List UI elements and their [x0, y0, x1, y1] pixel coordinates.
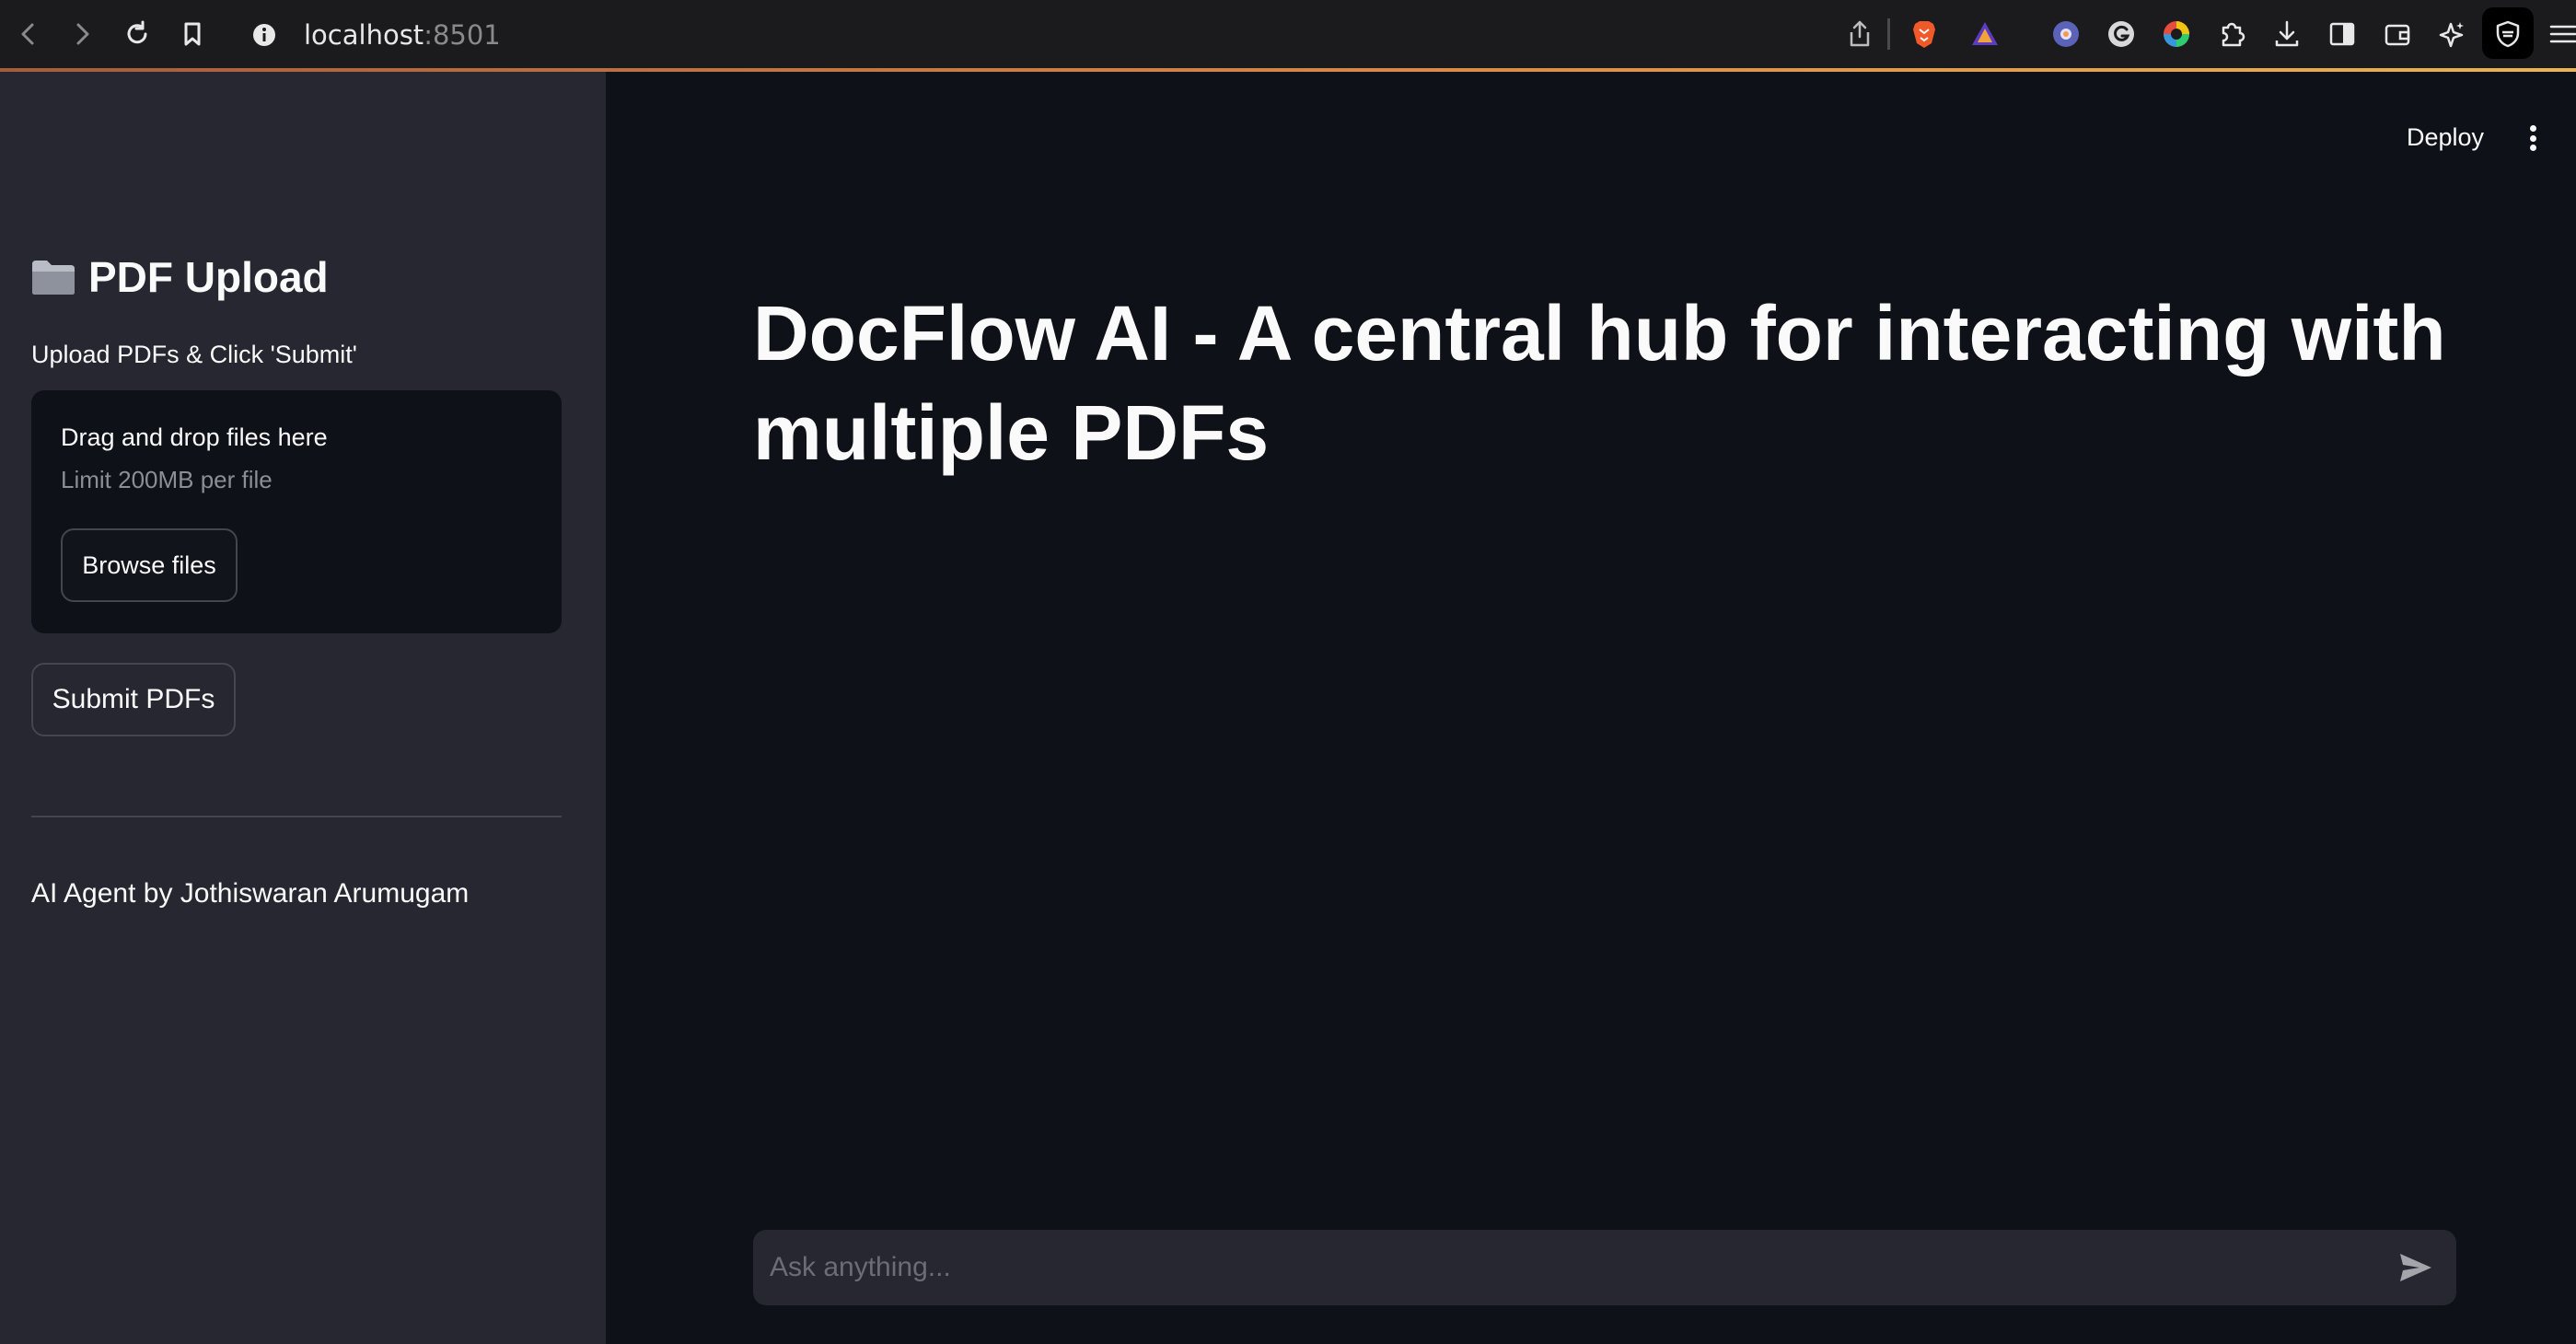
url-port: :8501	[424, 19, 501, 51]
share-icon[interactable]	[1841, 16, 1878, 52]
leo-ai-icon[interactable]	[2434, 16, 2471, 52]
sidebar: PDF Upload Upload PDFs & Click 'Submit' …	[0, 72, 606, 1344]
brave-shields-icon[interactable]	[1906, 16, 1943, 52]
puzzle-extensions-icon[interactable]	[2213, 16, 2250, 52]
grammarly-icon[interactable]	[2103, 16, 2140, 52]
file-dropzone[interactable]: Drag and drop files here Limit 200MB per…	[31, 390, 562, 633]
url-host: localhost	[304, 19, 424, 51]
browse-files-button[interactable]: Browse files	[61, 528, 238, 602]
browser-toolbar: localhost:8501	[0, 0, 2576, 68]
bookmark-icon[interactable]	[173, 15, 212, 53]
upload-label: Upload PDFs & Click 'Submit'	[31, 341, 357, 368]
download-icon[interactable]	[2269, 16, 2305, 52]
dropzone-title: Drag and drop files here	[61, 423, 328, 451]
menu-icon[interactable]	[2545, 16, 2576, 52]
info-icon[interactable]	[245, 16, 284, 54]
sidebar-toggle-icon[interactable]	[2324, 16, 2361, 52]
brave-rewards-icon[interactable]	[1967, 16, 2003, 52]
page-title: DocFlow AI - A central hub for interacti…	[753, 290, 2446, 476]
color-picker-icon[interactable]	[2158, 16, 2195, 52]
url-text: localhost:8501	[304, 19, 501, 51]
sidebar-divider	[31, 816, 562, 817]
kebab-menu-icon[interactable]	[2519, 120, 2547, 156]
vpn-shield-icon[interactable]	[2489, 16, 2526, 52]
back-arrow-icon[interactable]	[9, 15, 48, 53]
sidebar-title-text: PDF Upload	[88, 253, 329, 301]
folder-icon	[32, 261, 75, 295]
reload-icon[interactable]	[118, 15, 157, 53]
toolbar-divider	[1887, 18, 1890, 50]
deploy-button[interactable]: Deploy	[2407, 123, 2484, 152]
submit-pdfs-button[interactable]: Submit PDFs	[31, 663, 236, 736]
sidebar-title: PDF Upload	[29, 252, 329, 302]
chat-input-container	[753, 1230, 2456, 1305]
wallet-icon[interactable]	[2379, 16, 2416, 52]
address-bar[interactable]: localhost:8501	[236, 9, 1838, 61]
extension-icon[interactable]	[2048, 16, 2084, 52]
forward-arrow-icon[interactable]	[63, 15, 101, 53]
dropzone-limit: Limit 200MB per file	[61, 466, 273, 493]
credit-text: AI Agent by Jothiswaran Arumugam	[31, 878, 470, 909]
send-icon[interactable]	[2396, 1248, 2436, 1287]
chat-input[interactable]	[753, 1230, 2373, 1305]
